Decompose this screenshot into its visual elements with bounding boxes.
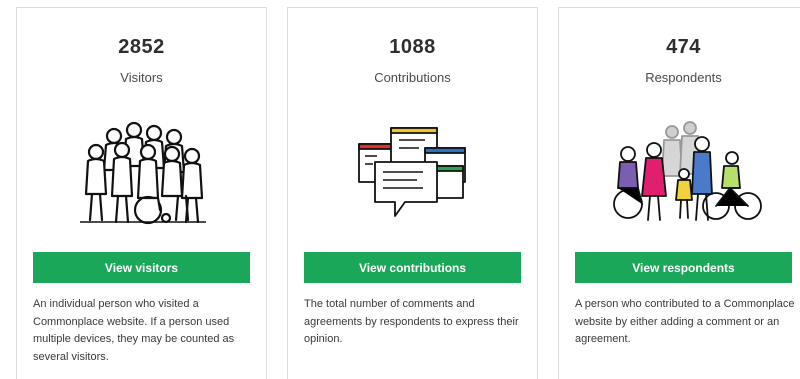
view-visitors-button[interactable]: View visitors <box>33 252 250 283</box>
contributions-count: 1088 <box>389 36 436 58</box>
visitors-label: Visitors <box>120 70 163 85</box>
crowd-icon <box>17 116 266 228</box>
view-respondents-button[interactable]: View respondents <box>575 252 792 283</box>
visitors-card: 2852 Visitors View visitors An individua… <box>16 7 267 379</box>
respondents-description: A person who contributed to a Commonplac… <box>575 298 795 345</box>
visitors-description: An individual person who visited a Commo… <box>33 298 235 363</box>
respondents-card: 474 Respondents View respondents A perso… <box>558 7 800 379</box>
visitors-count: 2852 <box>118 36 165 58</box>
respondents-icon <box>559 116 800 228</box>
contributions-description: The total number of comments and agreeme… <box>304 298 519 345</box>
comment-bubbles-icon <box>288 116 537 228</box>
respondents-count: 474 <box>666 36 701 58</box>
contributions-card: 1088 Contributions View contributions Th… <box>287 7 538 379</box>
view-contributions-button[interactable]: View contributions <box>304 252 521 283</box>
contributions-label: Contributions <box>374 70 451 85</box>
respondents-label: Respondents <box>645 70 722 85</box>
